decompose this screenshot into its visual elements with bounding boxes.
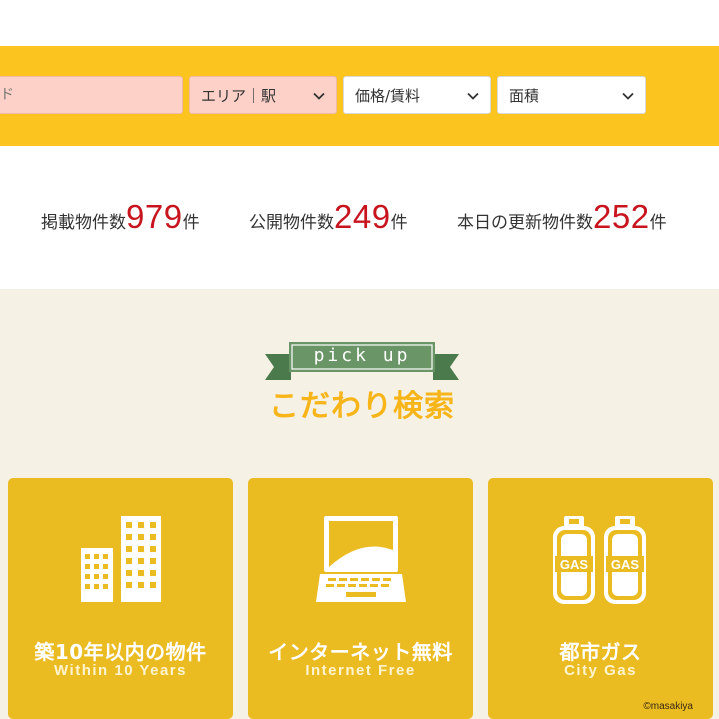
price-rent-select-label: 価格/賃料 xyxy=(355,86,421,105)
pickup-card-city-gas[interactable]: GAS GAS 都市ガス City Gas ©masakiya xyxy=(488,478,713,719)
card-subtitle: Within 10 Years xyxy=(54,662,187,679)
floor-area-select-label: 面積 xyxy=(509,86,540,105)
listed-count-stat: 掲載物件数 979 件 xyxy=(41,198,200,236)
gas-label: GAS xyxy=(559,557,588,572)
gas-cylinder-icon: GAS GAS xyxy=(552,516,646,604)
updated-count-value: 252 xyxy=(593,198,650,235)
pickup-ribbon-text: pick up xyxy=(313,345,411,366)
chevron-down-icon xyxy=(313,92,325,100)
area-station-select-label: エリア｜駅 xyxy=(201,86,277,105)
public-count-stat: 公開物件数 249 件 xyxy=(249,198,408,236)
updated-count-label: 本日の更新物件数 xyxy=(457,213,593,233)
card-subtitle: Internet Free xyxy=(305,662,416,679)
public-count-value: 249 xyxy=(334,198,391,235)
area-station-select[interactable]: エリア｜駅 xyxy=(189,76,337,114)
top-header-area xyxy=(0,0,719,46)
pickup-card-within-10-years[interactable]: 築10年以内の物件 Within 10 Years xyxy=(8,478,233,719)
updated-count-unit: 件 xyxy=(649,213,667,233)
property-stats: 掲載物件数 979 件 公開物件数 249 件 本日の更新物件数 252 件 xyxy=(0,146,719,289)
gas-label: GAS xyxy=(610,557,639,572)
card-title: 都市ガス xyxy=(559,640,642,664)
card-title: 築10年以内の物件 xyxy=(34,640,207,664)
price-rent-select[interactable]: 価格/賃料 xyxy=(343,76,491,114)
pickup-card-internet-free[interactable]: インターネット無料 Internet Free xyxy=(248,478,473,719)
section-title: こだわり検索 xyxy=(269,389,455,424)
building-icon xyxy=(80,516,161,602)
listed-count-label: 掲載物件数 xyxy=(41,213,126,233)
listed-count-value: 979 xyxy=(126,198,183,235)
laptop-icon xyxy=(315,516,406,602)
chevron-down-icon xyxy=(622,92,634,100)
listed-count-unit: 件 xyxy=(182,213,200,233)
image-credit: ©masakiya xyxy=(643,701,693,712)
chevron-down-icon xyxy=(467,92,479,100)
public-count-unit: 件 xyxy=(390,213,408,233)
public-count-label: 公開物件数 xyxy=(249,213,334,233)
floor-area-select[interactable]: 面積 xyxy=(497,76,646,114)
card-subtitle: City Gas xyxy=(564,662,637,679)
pickup-search-section: pick up こだわり検索 築10年以内の物件 Within 10 Years xyxy=(0,289,719,719)
updated-count-stat: 本日の更新物件数 252 件 xyxy=(457,198,667,236)
search-bar: エリア｜駅 価格/賃料 面積 xyxy=(0,46,719,146)
card-title: インターネット無料 xyxy=(268,640,453,664)
keyword-search-input[interactable] xyxy=(0,76,183,114)
